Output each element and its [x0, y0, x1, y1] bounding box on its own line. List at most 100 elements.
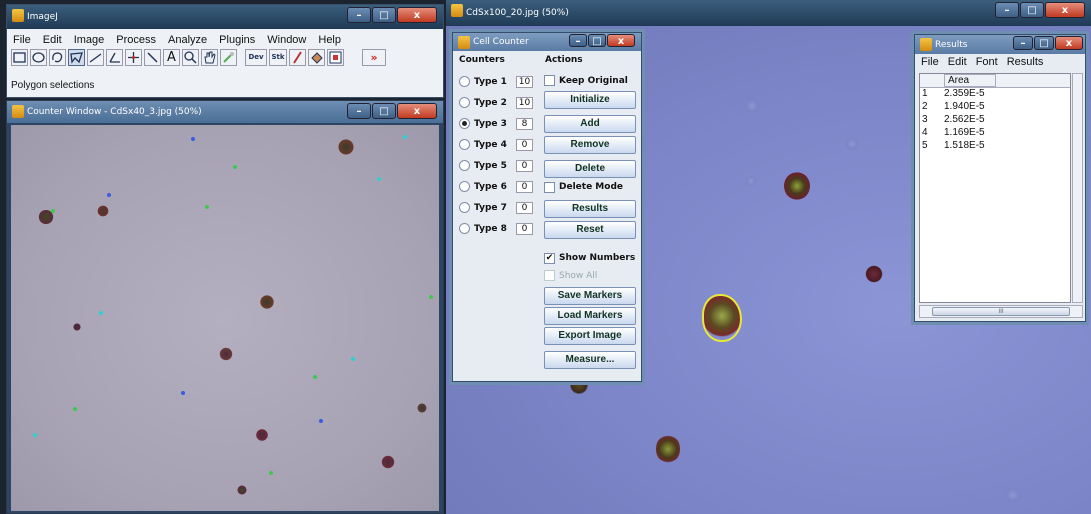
type-8-radio[interactable]	[459, 223, 470, 234]
maximize-button[interactable]: □	[588, 34, 606, 47]
keep-original-option[interactable]: Keep Original	[544, 72, 636, 89]
initialize-button[interactable]: Initialize	[544, 91, 636, 109]
angle-tool-icon[interactable]	[106, 49, 123, 66]
cell-counter-titlebar[interactable]: Cell Counter – □ x	[453, 33, 641, 51]
polygon-tool-icon[interactable]	[68, 49, 85, 66]
show-all-checkbox[interactable]	[544, 270, 555, 281]
results-table[interactable]: Area 1 2.359E-5 2 1.940E-5 3 2.562E-5 4 1.16…	[919, 73, 1071, 303]
dev-tool-icon[interactable]: Dev	[245, 49, 267, 66]
results-titlebar[interactable]: Results – □ x	[915, 35, 1085, 54]
close-button[interactable]: x	[1045, 2, 1085, 18]
minimize-button[interactable]: –	[347, 103, 371, 119]
close-button[interactable]: x	[397, 7, 437, 23]
menu-file[interactable]: File	[13, 34, 31, 46]
reset-button[interactable]: Reset	[544, 221, 636, 239]
minimize-button[interactable]: –	[1013, 36, 1033, 50]
maximize-button[interactable]: □	[372, 7, 396, 23]
table-row[interactable]: 5 1.518E-5	[920, 140, 1070, 153]
load-markers-button[interactable]: Load Markers	[544, 307, 636, 325]
area-column-header[interactable]: Area	[944, 74, 996, 87]
counter-type-row[interactable]: Type 7 0	[459, 197, 541, 218]
flood-tool-icon[interactable]	[308, 49, 325, 66]
close-button[interactable]: x	[397, 103, 437, 119]
counter-window-controls: – □ x	[347, 103, 437, 119]
type-4-radio[interactable]	[459, 139, 470, 150]
delete-mode-option[interactable]: Delete Mode	[544, 178, 636, 196]
hand-tool-icon[interactable]	[201, 49, 218, 66]
oval-tool-icon[interactable]	[30, 49, 47, 66]
export-image-button[interactable]: Export Image	[544, 327, 636, 345]
magnifier-tool-icon[interactable]	[182, 49, 199, 66]
menu-edit[interactable]: Edit	[43, 34, 62, 46]
results-vertical-scrollbar[interactable]	[1072, 73, 1083, 303]
point-tool-icon[interactable]	[125, 49, 142, 66]
text-tool-icon[interactable]: A	[163, 49, 180, 66]
menu-help[interactable]: Help	[318, 34, 341, 46]
type-3-radio[interactable]	[459, 118, 470, 129]
rectangle-tool-icon[interactable]	[11, 49, 28, 66]
selected-particle[interactable]	[702, 294, 742, 342]
type-5-radio[interactable]	[459, 160, 470, 171]
show-numbers-checkbox[interactable]: ✔	[544, 252, 555, 264]
table-row[interactable]: 2 1.940E-5	[920, 101, 1070, 114]
close-button[interactable]: x	[607, 34, 635, 47]
measure-button[interactable]: Measure...	[544, 351, 636, 369]
minimize-button[interactable]: –	[347, 7, 371, 23]
line-tool-icon[interactable]	[87, 49, 104, 66]
close-button[interactable]: x	[1055, 36, 1083, 50]
menu-process[interactable]: Process	[116, 34, 156, 46]
menu-analyze[interactable]: Analyze	[168, 34, 207, 46]
type-4-label: Type 4	[474, 139, 507, 150]
counter-type-row[interactable]: Type 5 0	[459, 155, 541, 176]
menu-window[interactable]: Window	[267, 34, 306, 46]
show-numbers-option[interactable]: ✔ Show Numbers	[544, 249, 636, 267]
type-6-radio[interactable]	[459, 181, 470, 192]
minimize-button[interactable]: –	[569, 34, 587, 47]
results-horizontal-scrollbar[interactable]: III	[919, 305, 1083, 318]
type-2-radio[interactable]	[459, 97, 470, 108]
stk-tool-icon[interactable]: Stk	[269, 49, 287, 66]
results-button[interactable]: Results	[544, 200, 636, 218]
scrollbar-thumb[interactable]: III	[932, 307, 1070, 316]
freehand-tool-icon[interactable]	[49, 49, 66, 66]
type-1-radio[interactable]	[459, 76, 470, 87]
menu-image[interactable]: Image	[74, 34, 105, 46]
delete-mode-checkbox[interactable]	[544, 181, 555, 193]
main-image-titlebar[interactable]: CdSx100_20.jpg (50%) – □ x	[446, 0, 1091, 26]
delete-button[interactable]: Delete	[544, 160, 636, 178]
maximize-button[interactable]: □	[372, 103, 396, 119]
remove-button[interactable]: Remove	[544, 136, 636, 154]
type-1-count: 10	[516, 75, 533, 88]
show-all-option[interactable]: Show All	[544, 267, 636, 284]
results-menu-results[interactable]: Results	[1007, 56, 1044, 68]
save-markers-button[interactable]: Save Markers	[544, 287, 636, 305]
dropper-tool-icon[interactable]	[220, 49, 237, 66]
table-row[interactable]: 4 1.169E-5	[920, 127, 1070, 140]
counter-type-row[interactable]: Type 1 10	[459, 71, 541, 92]
table-row[interactable]: 1 2.359E-5	[920, 88, 1070, 101]
results-menu-font[interactable]: Font	[976, 56, 998, 68]
maximize-button[interactable]: □	[1034, 36, 1054, 50]
wand-tool-icon[interactable]	[144, 49, 161, 66]
type-7-radio[interactable]	[459, 202, 470, 213]
counter-window-titlebar[interactable]: Counter Window - CdSx40_3.jpg (50%) – □ …	[7, 101, 443, 123]
lut-tool-icon[interactable]	[327, 49, 344, 66]
imagej-titlebar[interactable]: ImageJ – □ x	[7, 5, 443, 29]
counter-type-row[interactable]: Type 8 0	[459, 218, 541, 239]
brush-tool-icon[interactable]	[289, 49, 306, 66]
minimize-button[interactable]: –	[995, 2, 1019, 18]
results-menu-file[interactable]: File	[921, 56, 939, 68]
maximize-button[interactable]: □	[1020, 2, 1044, 18]
type-6-count: 0	[516, 180, 533, 193]
counter-type-row[interactable]: Type 3 8	[459, 113, 541, 134]
more-tools-icon[interactable]: »	[362, 49, 386, 66]
add-button[interactable]: Add	[544, 115, 636, 133]
counter-type-row[interactable]: Type 2 10	[459, 92, 541, 113]
menu-plugins[interactable]: Plugins	[219, 34, 255, 46]
table-row[interactable]: 3 2.562E-5	[920, 114, 1070, 127]
keep-original-checkbox[interactable]	[544, 75, 555, 86]
results-menu-edit[interactable]: Edit	[948, 56, 967, 68]
counter-type-row[interactable]: Type 4 0	[459, 134, 541, 155]
counter-image-canvas[interactable]	[11, 125, 439, 511]
counter-type-row[interactable]: Type 6 0	[459, 176, 541, 197]
